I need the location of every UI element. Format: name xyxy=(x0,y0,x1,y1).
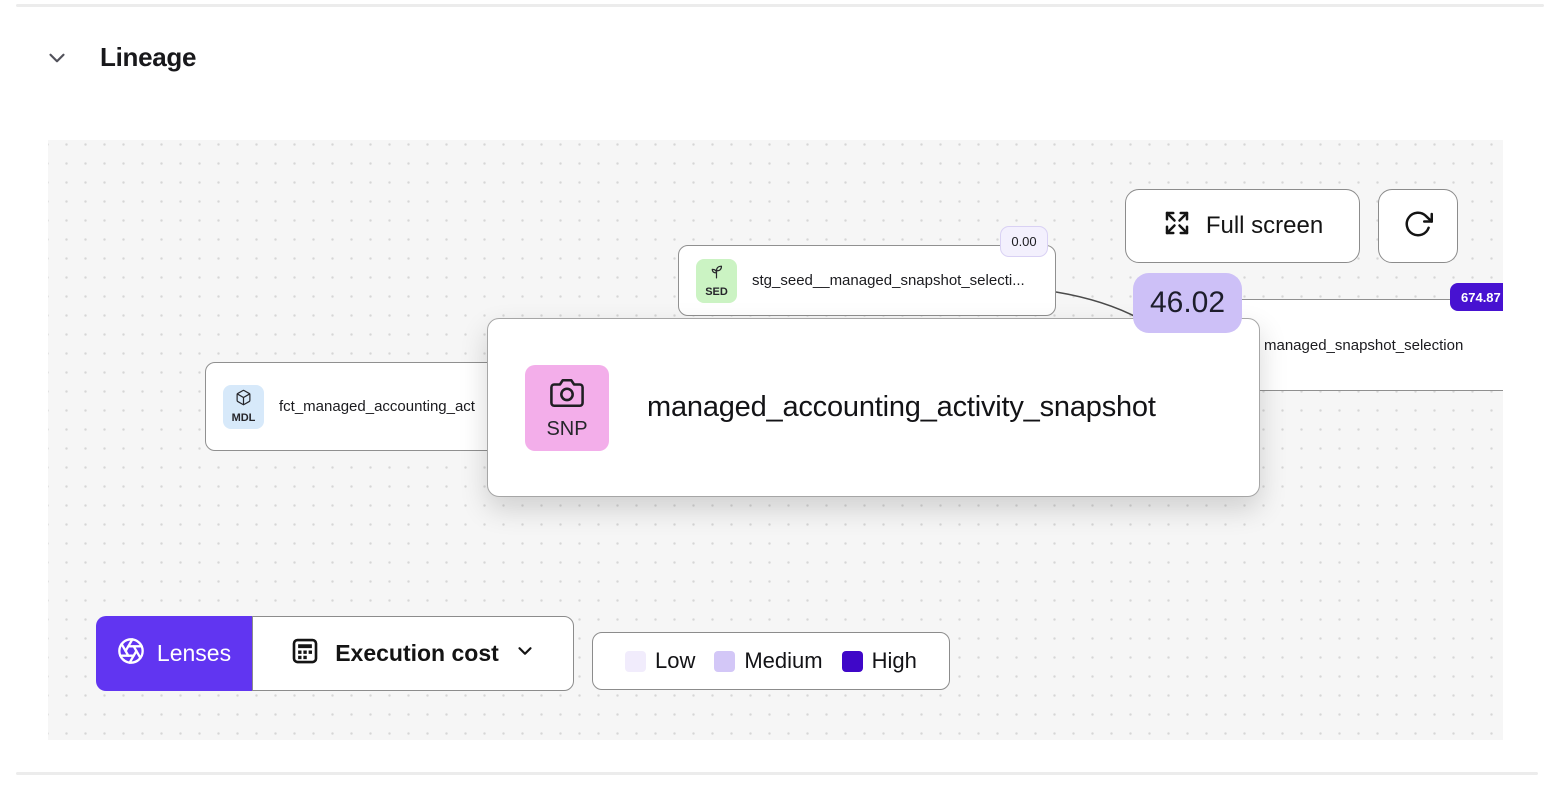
lens-selector-execution-cost[interactable]: Execution cost xyxy=(252,616,574,691)
legend-label-low: Low xyxy=(655,648,696,673)
legend-swatch-high xyxy=(841,650,863,672)
node-label: fct_managed_accounting_act xyxy=(279,398,475,415)
node-stg-seed[interactable]: SED stg_seed__managed_snapshot_selecti..… xyxy=(678,245,1056,316)
legend-item-medium: Medium xyxy=(714,648,823,674)
full-screen-button[interactable]: Full screen xyxy=(1125,189,1360,263)
node-label: stg_seed__managed_snapshot_selecti... xyxy=(752,272,1025,289)
cost-badge-low: 0.00 xyxy=(1000,226,1048,257)
top-divider xyxy=(16,4,1544,7)
hovered-node-card-managed-accounting-activity-snapshot[interactable]: SNP managed_accounting_activity_snapshot xyxy=(487,318,1260,497)
bottom-divider xyxy=(16,772,1538,775)
lenses-control: Lenses Execution cost xyxy=(96,616,574,691)
lineage-panel: Lineage managed_snapshot_selection SED s… xyxy=(0,0,1560,798)
legend-item-low: Low xyxy=(625,648,695,674)
refresh-icon xyxy=(1403,209,1433,244)
refresh-button[interactable] xyxy=(1378,189,1458,263)
cost-badge-high: 674.87 xyxy=(1450,283,1503,311)
hovered-node-label: managed_accounting_activity_snapshot xyxy=(647,391,1156,423)
legend-item-high: High xyxy=(841,648,917,674)
lineage-canvas[interactable]: managed_snapshot_selection SED stg_seed_… xyxy=(48,140,1503,740)
full-screen-label: Full screen xyxy=(1205,212,1324,239)
camera-icon xyxy=(550,376,584,415)
node-label: managed_snapshot_selection xyxy=(1264,336,1464,354)
chevron-down-icon xyxy=(514,640,536,668)
lenses-button[interactable]: Lenses xyxy=(96,616,252,691)
legend-label-high: High xyxy=(871,648,917,673)
node-managed-snapshot-selection[interactable]: managed_snapshot_selection xyxy=(1218,299,1503,391)
cube-icon xyxy=(235,389,252,411)
legend-swatch-medium xyxy=(714,650,736,672)
page-title: Lineage xyxy=(100,42,197,72)
type-code: SED xyxy=(705,286,728,298)
seedling-icon xyxy=(708,263,725,285)
type-code: SNP xyxy=(546,418,588,440)
cost-badge-medium: 46.02 xyxy=(1133,273,1242,333)
selected-lens-label: Execution cost xyxy=(335,640,499,666)
calculator-icon xyxy=(290,636,320,672)
seed-type-badge: SED xyxy=(696,258,737,303)
legend-swatch-low xyxy=(625,650,646,672)
lenses-label: Lenses xyxy=(156,640,232,666)
model-type-badge: MDL xyxy=(223,384,264,429)
legend-label-medium: Medium xyxy=(744,648,823,673)
expand-icon xyxy=(1162,208,1192,245)
type-code: MDL xyxy=(231,412,256,424)
aperture-icon xyxy=(117,637,145,671)
cost-legend: Low Medium High xyxy=(592,632,950,690)
collapse-chevron-icon[interactable] xyxy=(44,45,70,71)
snapshot-type-badge: SNP xyxy=(525,364,609,451)
